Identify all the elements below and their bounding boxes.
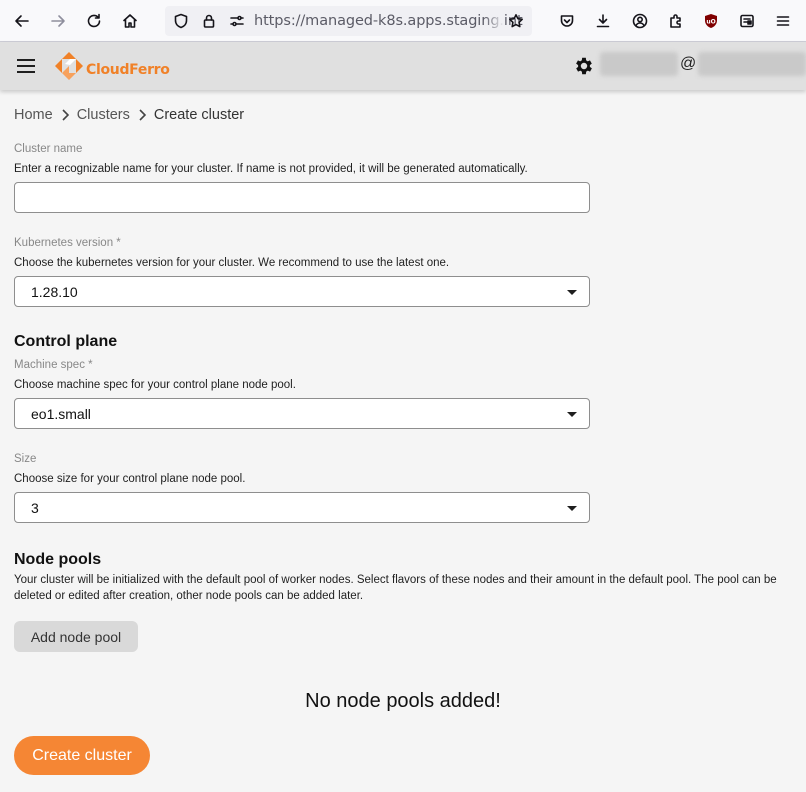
k8s-version-description: Choose the kubernetes version for your c…	[14, 257, 450, 269]
chevron-right-icon	[139, 109, 147, 121]
ublock-icon[interactable]: uO	[699, 9, 723, 33]
size-select[interactable]: 3	[14, 492, 590, 523]
cluster-name-input[interactable]	[14, 182, 590, 213]
breadcrumb-clusters[interactable]: Clusters	[77, 107, 130, 123]
url-fade	[484, 6, 504, 36]
empty-node-pools-message: No node pools added!	[305, 690, 501, 712]
url-text[interactable]: https://managed-k8s.apps.staging.int	[254, 13, 523, 29]
cluster-name-description: Enter a recognizable name for your clust…	[14, 163, 528, 175]
dropdown-caret-icon	[567, 506, 577, 511]
breadcrumb-home[interactable]: Home	[14, 107, 53, 123]
user-at-sign: @	[680, 55, 697, 72]
machine-spec-select[interactable]: eo1.small	[14, 398, 590, 429]
account-icon[interactable]	[628, 9, 652, 33]
url-bar[interactable]: https://managed-k8s.apps.staging.int	[165, 6, 532, 36]
node-pools-title: Node pools	[14, 551, 102, 568]
extensions-icon[interactable]	[664, 9, 688, 33]
home-icon[interactable]	[118, 9, 142, 33]
k8s-version-label: Kubernetes version *	[14, 237, 121, 249]
download-icon[interactable]	[591, 9, 615, 33]
redacted-username	[600, 52, 678, 76]
dropdown-caret-icon	[567, 412, 577, 417]
back-icon[interactable]	[10, 9, 34, 33]
machine-spec-label: Machine spec *	[14, 359, 93, 371]
shield-icon[interactable]	[169, 9, 193, 33]
breadcrumb: Home Clusters Create cluster	[14, 107, 244, 123]
bookmark-star-icon[interactable]	[504, 9, 528, 33]
pocket-icon[interactable]	[555, 9, 579, 33]
cloudferro-logo-icon	[55, 52, 83, 80]
brand-name: CloudFerro	[86, 62, 170, 78]
app-header: CloudFerro @	[0, 42, 806, 90]
k8s-version-select[interactable]: 1.28.10	[14, 276, 590, 307]
app-menu-icon[interactable]	[771, 9, 795, 33]
redacted-domain	[698, 52, 806, 76]
machine-spec-description: Choose machine spec for your control pla…	[14, 379, 296, 391]
k8s-version-value: 1.28.10	[31, 284, 78, 300]
size-label: Size	[14, 453, 37, 465]
svg-text:uO: uO	[706, 19, 715, 26]
browser-toolbar: https://managed-k8s.apps.staging.int uO	[0, 0, 806, 42]
settings-gear-icon[interactable]	[573, 55, 595, 77]
size-value: 3	[31, 500, 39, 516]
user-account-menu[interactable]: @	[600, 50, 806, 78]
lock-icon[interactable]	[197, 9, 221, 33]
cluster-name-label: Cluster name	[14, 143, 83, 155]
hamburger-menu-icon[interactable]	[14, 54, 38, 78]
reader-icon[interactable]	[735, 9, 759, 33]
forward-icon[interactable]	[46, 9, 70, 33]
create-cluster-button[interactable]: Create cluster	[14, 736, 150, 775]
chevron-right-icon	[62, 109, 69, 121]
node-pools-description: Your cluster will be initialized with th…	[14, 574, 777, 602]
size-description: Choose size for your control plane node …	[14, 473, 246, 485]
reload-icon[interactable]	[82, 9, 106, 33]
dropdown-caret-icon	[567, 290, 577, 295]
permissions-icon[interactable]	[225, 9, 249, 33]
add-node-pool-button[interactable]: Add node pool	[14, 621, 138, 652]
control-plane-title: Control plane	[14, 333, 118, 350]
cloudferro-logo[interactable]: CloudFerro	[54, 51, 170, 81]
breadcrumb-current: Create cluster	[153, 107, 245, 123]
machine-spec-value: eo1.small	[31, 406, 91, 422]
